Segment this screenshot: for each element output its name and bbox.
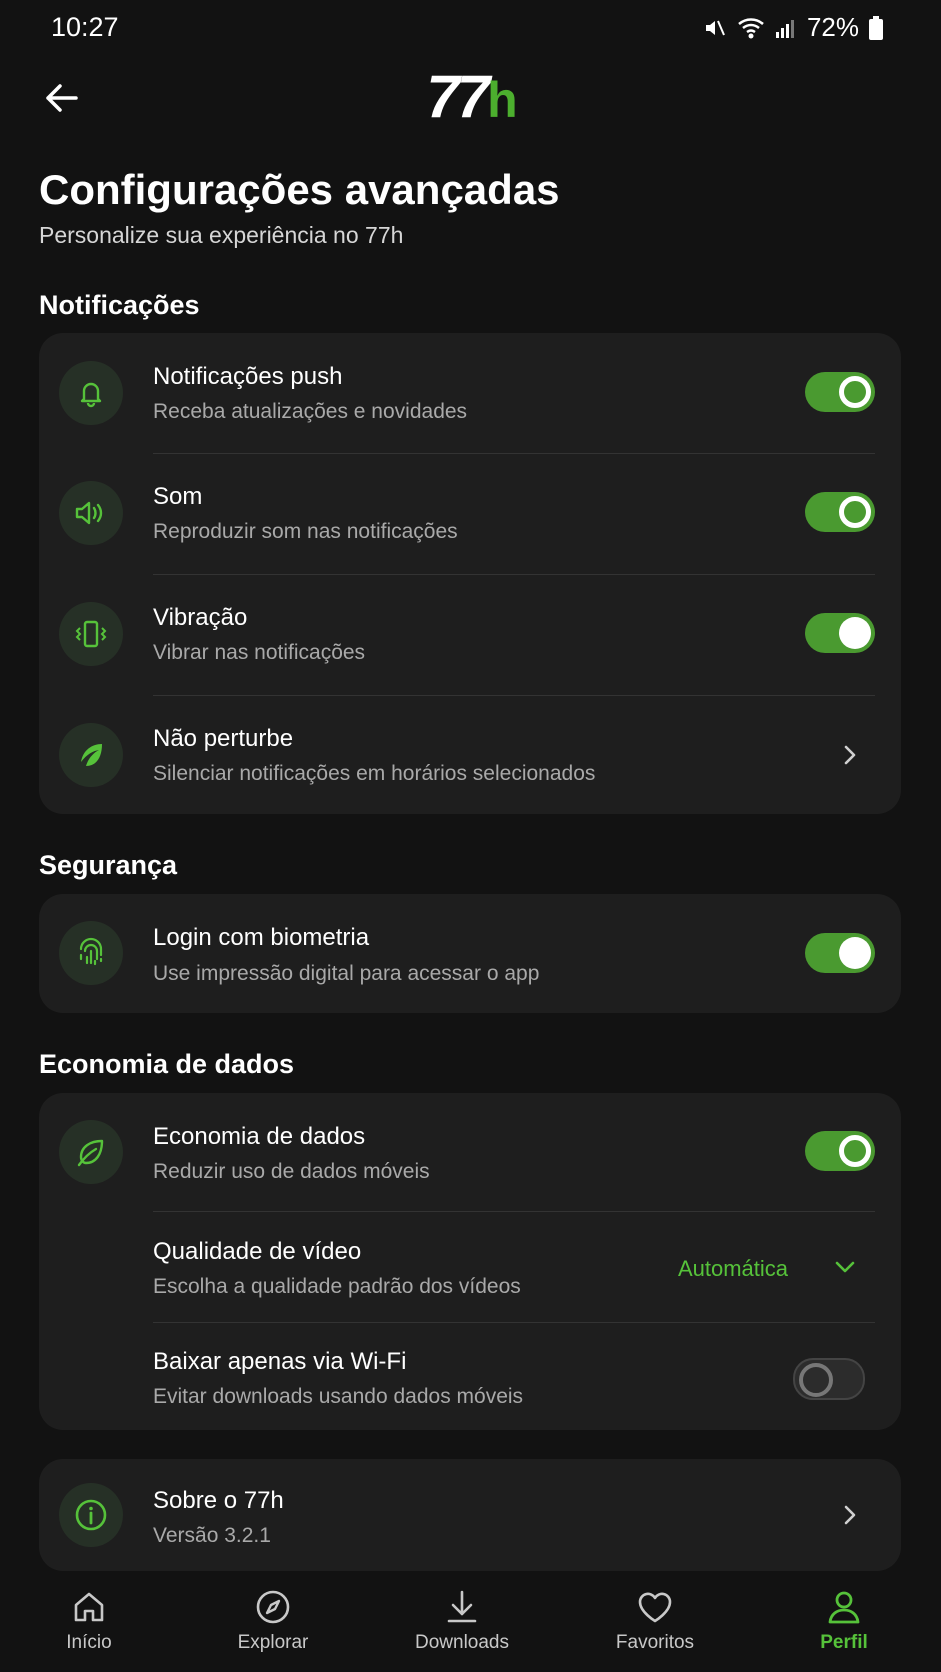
nav-item-favorites[interactable]: Favoritos [585,1572,725,1654]
vibration-icon [59,602,123,666]
nav-item-home[interactable]: Início [19,1572,159,1654]
page-subtitle: Personalize sua experiência no 77h [39,222,404,248]
nav-item-explore[interactable]: Explorar [203,1572,343,1654]
setting-wifi-only-downloads[interactable]: Baixar apenas via Wi-Fi Evitar downloads… [39,1323,901,1430]
heart-icon [638,1592,672,1623]
sound-toggle[interactable] [805,492,875,532]
speaker-icon [59,481,123,545]
setting-title: Qualidade de vídeo [153,1238,362,1265]
nav-label: Perfil [820,1632,868,1653]
setting-description: Receba atualizações e novidades [153,400,468,423]
profile-icon [828,1591,860,1624]
status-time: 10:27 [51,12,119,42]
nav-item-downloads[interactable]: Downloads [392,1572,532,1654]
do-not-disturb-icon [59,723,123,787]
setting-vibration[interactable]: Vibração Vibrar nas notificações [39,575,901,695]
setting-title: Som [153,483,203,510]
section-title-data-saving: Economia de dados [39,1049,295,1079]
security-card: Login com biometria Use impressão digita… [39,894,901,1013]
chevron-down-icon[interactable] [833,1255,857,1279]
setting-description: Evitar downloads usando dados móveis [153,1385,524,1408]
setting-description: Reduzir uso de dados móveis [153,1160,430,1183]
battery-icon [869,15,883,40]
wifi-only-toggle[interactable] [793,1358,865,1400]
setting-title: Vibração [153,604,248,631]
setting-title: Notificações push [153,363,343,390]
download-icon [447,1590,477,1623]
wifi-icon [738,17,764,38]
setting-title: Baixar apenas via Wi-Fi [153,1348,407,1375]
video-quality-select[interactable]: Automática [678,1256,788,1282]
chevron-right-icon [844,745,856,765]
nav-label: Downloads [415,1632,509,1653]
bell-icon [59,361,123,425]
setting-description: Use impressão digital para acessar o app [153,962,540,985]
home-icon [74,1592,104,1622]
about-card[interactable]: Sobre o 77h Versão 3.2.1 [39,1459,901,1571]
setting-sound[interactable]: Som Reproduzir som nas notificações [39,454,901,574]
bottom-navigation: Início Explorar Downloads Favoritos Perf… [0,1572,941,1672]
mute-icon [705,20,725,35]
compass-icon [256,1590,290,1624]
app-logo: 77h [426,63,517,130]
setting-title: Economia de dados [153,1123,366,1150]
page-title: Configurações avançadas [39,166,560,213]
about-title: Sobre o 77h [153,1487,284,1514]
setting-description: Vibrar nas notificações [153,641,366,664]
app-version: Versão 3.2.1 [153,1524,271,1547]
setting-description: Reproduzir som nas notificações [153,520,458,543]
section-title-notifications: Notificações [39,290,200,320]
setting-video-quality[interactable]: Qualidade de vídeo Escolha a qualidade p… [39,1212,901,1322]
nav-label: Explorar [237,1632,309,1653]
notifications-card: Notificações push Receba atualizações e … [39,333,901,814]
setting-title: Não perturbe [153,725,294,752]
info-icon [59,1483,123,1547]
status-icons: 72% [703,12,883,43]
nav-label: Favoritos [615,1632,695,1653]
vibration-toggle[interactable] [805,613,875,653]
biometric-login-toggle[interactable] [805,933,875,973]
about-row[interactable]: Sobre o 77h Versão 3.2.1 [39,1459,901,1571]
fingerprint-icon [59,921,123,985]
section-title-security: Segurança [39,850,178,880]
data-saving-card: Economia de dados Reduzir uso de dados m… [39,1093,901,1430]
nav-item-profile[interactable]: Perfil [774,1572,914,1654]
chevron-right-icon [844,1505,856,1525]
leaf-icon [59,1120,123,1184]
battery-percent: 72% [806,12,859,42]
setting-do-not-disturb[interactable]: Não perturbe Silenciar notificações em h… [39,696,901,814]
setting-push-notifications[interactable]: Notificações push Receba atualizações e … [39,333,901,453]
push-notifications-toggle[interactable] [805,372,875,412]
setting-description: Escolha a qualidade padrão dos vídeos [153,1275,521,1298]
nav-label: Início [66,1632,112,1653]
setting-data-saver[interactable]: Economia de dados Reduzir uso de dados m… [39,1093,901,1211]
setting-title: Login com biometria [153,924,370,951]
setting-biometric-login[interactable]: Login com biometria Use impressão digita… [39,894,901,1013]
setting-description: Silenciar notificações em horários selec… [153,762,596,785]
data-saver-toggle[interactable] [805,1131,875,1171]
signal-icon [775,19,794,38]
